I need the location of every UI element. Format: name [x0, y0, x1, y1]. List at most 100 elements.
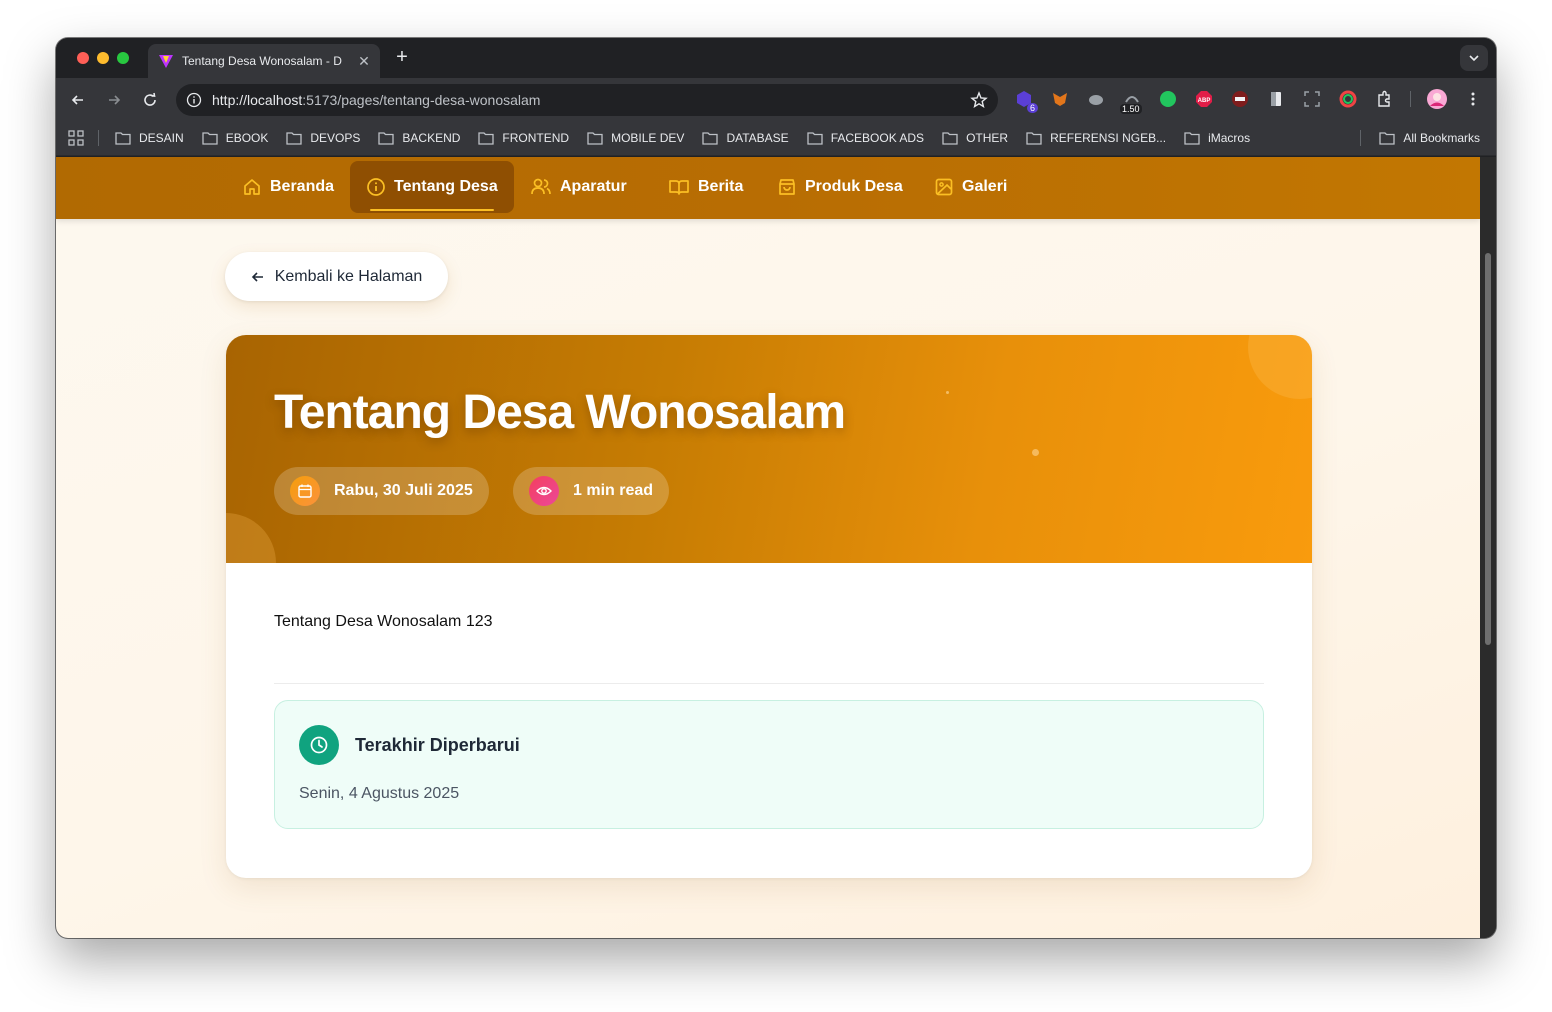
toolbar-divider	[1410, 91, 1411, 107]
extension-5-icon[interactable]	[1158, 89, 1178, 109]
nav-label: Tentang Desa	[394, 178, 498, 195]
minimize-window-button[interactable]	[97, 52, 109, 64]
bookmark-label: FRONTEND	[502, 130, 570, 145]
bookmark-folder-imacros[interactable]: iMacros	[1184, 131, 1250, 145]
forward-nav-button[interactable]	[102, 88, 126, 112]
info-icon	[367, 178, 385, 196]
browser-toolbar: http://localhost:5173/pages/tentang-desa…	[56, 78, 1496, 120]
bookmark-label: DESAIN	[139, 130, 184, 145]
back-to-page-button[interactable]: Kembali ke Halaman	[225, 252, 448, 301]
scrollbar-thumb[interactable]	[1485, 253, 1491, 645]
clock-icon	[299, 725, 339, 765]
folder-icon	[1026, 131, 1042, 145]
bookmark-folder-other[interactable]: OTHER	[942, 131, 1008, 145]
url-host: http://localhost	[212, 92, 303, 108]
maximize-window-button[interactable]	[117, 52, 129, 64]
extension-4-icon[interactable]: 1.50	[1120, 89, 1142, 114]
nav-item-produk-desa[interactable]: Produk Desa	[761, 161, 919, 213]
extension-1-badge: 6	[1026, 103, 1038, 113]
bookmark-label: DEVOPS	[310, 130, 361, 145]
adblock-icon[interactable]: ABP	[1194, 89, 1214, 109]
bookmark-folder-desain[interactable]: DESAIN	[115, 131, 184, 145]
reload-icon	[144, 92, 156, 106]
folder-icon	[1184, 131, 1200, 145]
extension-1-icon[interactable]: 6	[1014, 89, 1038, 113]
apps-grid-icon[interactable]	[68, 129, 84, 146]
folder-icon	[202, 131, 218, 145]
decorative-dot	[946, 391, 949, 394]
nav-item-tentang-desa[interactable]: Tentang Desa	[350, 161, 514, 213]
bookmark-folder-frontend[interactable]: FRONTEND	[478, 131, 569, 145]
bookmarks-divider	[98, 129, 99, 146]
address-bar[interactable]: http://localhost:5173/pages/tentang-desa…	[176, 84, 998, 116]
folder-icon	[378, 131, 395, 145]
arrow-right-icon	[109, 95, 121, 105]
extension-3-icon[interactable]	[1086, 89, 1106, 109]
all-bookmarks-button[interactable]: All Bookmarks	[1360, 130, 1480, 146]
bookmark-folder-backend[interactable]: BACKEND	[378, 131, 460, 145]
book-open-icon	[669, 180, 689, 195]
chevron-down-icon	[1469, 55, 1479, 62]
extension-7-icon[interactable]	[1230, 89, 1250, 109]
bookmark-folder-facebook-ads[interactable]: FACEBOOK ADS	[807, 131, 924, 145]
article-body: Tentang Desa Wonosalam 123	[274, 613, 493, 630]
decorative-circle	[226, 513, 276, 563]
menu-kebab-icon[interactable]	[1463, 89, 1483, 109]
content-divider	[274, 683, 1264, 684]
back-nav-button[interactable]	[66, 88, 90, 112]
decorative-circle	[1248, 335, 1312, 399]
bookmark-label: DATABASE	[726, 130, 789, 145]
bookmark-folder-ebook[interactable]: EBOOK	[202, 130, 269, 145]
screenshot-icon[interactable]	[1302, 89, 1322, 109]
reload-button[interactable]	[138, 88, 162, 112]
close-window-button[interactable]	[77, 52, 89, 64]
color-picker-icon[interactable]	[1338, 89, 1358, 109]
last-updated-date: Senin, 4 Agustus 2025	[299, 785, 460, 802]
bookmark-folder-referensi[interactable]: REFERENSI NGEB...	[1026, 131, 1166, 145]
tab-search-button[interactable]	[1460, 45, 1488, 71]
url-path: :5173/pages/tentang-desa-wonosalam	[302, 92, 541, 108]
metamask-icon[interactable]	[1050, 89, 1070, 109]
nav-item-beranda[interactable]: Beranda	[226, 161, 350, 213]
article-title: Tentang Desa Wonosalam	[274, 386, 846, 439]
tab-close-icon[interactable]: ✕	[356, 53, 372, 70]
bookmark-label: MOBILE DEV	[611, 130, 685, 145]
folder-icon	[286, 131, 303, 145]
bookmark-label: FACEBOOK ADS	[830, 130, 925, 145]
folder-icon	[942, 131, 958, 145]
bookmark-star-icon[interactable]	[970, 91, 988, 109]
nav-item-berita[interactable]: Berita	[652, 161, 759, 213]
tab-strip: Tentang Desa Wonosalam - D ✕ +	[56, 38, 1496, 78]
browser-window: Tentang Desa Wonosalam - D ✕ + http://lo…	[56, 38, 1496, 938]
image-icon	[935, 178, 953, 196]
home-icon	[244, 179, 260, 195]
svg-text:ABP: ABP	[1198, 98, 1211, 104]
site-info-icon[interactable]	[186, 92, 202, 108]
nav-label: Aparatur	[560, 178, 627, 195]
profile-avatar-icon[interactable]	[1427, 89, 1447, 109]
nav-label: Galeri	[962, 178, 1008, 195]
extensions-puzzle-icon[interactable]	[1374, 89, 1394, 109]
bookmark-folder-mobile-dev[interactable]: MOBILE DEV	[587, 131, 684, 145]
bookmark-label: iMacros	[1208, 130, 1251, 145]
extension-8-icon[interactable]	[1266, 89, 1286, 109]
page-viewport: Beranda Tentang Desa Aparatur Berita Pro…	[56, 157, 1480, 938]
site-navbar: Beranda Tentang Desa Aparatur Berita Pro…	[56, 157, 1480, 219]
article-card: Tentang Desa Wonosalam Rabu, 30 Juli 202…	[226, 335, 1312, 878]
folder-icon	[587, 131, 603, 145]
bookmark-label: OTHER	[966, 130, 1009, 145]
folder-icon	[478, 131, 495, 145]
bookmark-folder-devops[interactable]: DEVOPS	[286, 131, 360, 145]
nav-item-galeri[interactable]: Galeri	[918, 161, 1023, 213]
all-bookmarks-label: All Bookmarks	[1403, 131, 1480, 145]
page-scrollbar[interactable]	[1480, 157, 1496, 938]
new-tab-button[interactable]: +	[390, 46, 414, 70]
users-icon	[531, 178, 551, 195]
browser-tab[interactable]: Tentang Desa Wonosalam - D ✕	[148, 44, 380, 78]
nav-item-aparatur[interactable]: Aparatur	[514, 161, 643, 213]
bookmark-folder-database[interactable]: DATABASE	[702, 130, 789, 145]
folder-icon	[1379, 132, 1395, 145]
vite-favicon-icon	[159, 55, 173, 68]
article-date: Rabu, 30 Juli 2025	[334, 482, 473, 499]
bookmark-label: EBOOK	[225, 130, 269, 145]
